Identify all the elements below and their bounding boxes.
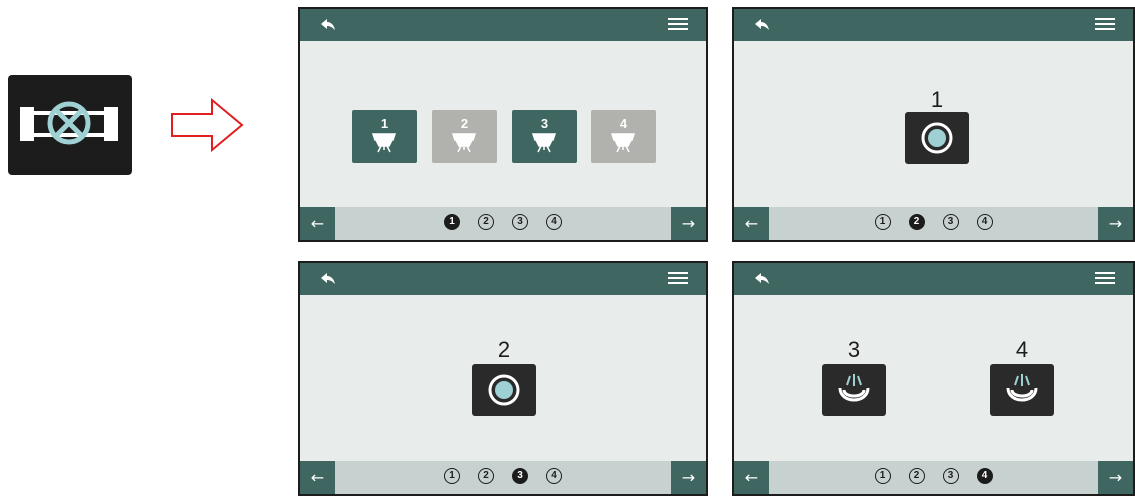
valve-icon	[20, 101, 118, 145]
page-indicator: 1 2 3 4	[300, 214, 706, 230]
spray-icon	[838, 374, 870, 402]
ring-icon	[921, 122, 953, 154]
back-icon[interactable]	[318, 269, 338, 289]
nozzle-button-4[interactable]: 4	[591, 110, 656, 163]
page-dot-2[interactable]: 2	[908, 214, 925, 230]
page-indicator: 1 2 3 4	[300, 468, 706, 484]
bottom-bar: ← 1 2 3 4 →	[734, 461, 1133, 494]
page-dot-3[interactable]: 3	[942, 214, 959, 230]
page-dot-4[interactable]: 4	[546, 214, 562, 230]
nozzle-label: 3	[847, 337, 861, 362]
page-dot-3[interactable]: 3	[512, 214, 528, 230]
nozzle-button-1[interactable]: 1	[352, 110, 417, 163]
spray-icon	[1006, 374, 1038, 402]
nozzle-number: 2	[460, 116, 469, 131]
page-indicator: 1 2 3 4	[734, 468, 1133, 484]
back-icon[interactable]	[318, 15, 338, 35]
page-dot-2[interactable]: 2	[478, 468, 494, 484]
bottom-bar: ← 1 2 3 4 →	[734, 207, 1133, 240]
page-dot-4[interactable]: 4	[976, 214, 993, 230]
nozzle-2-button[interactable]	[472, 364, 536, 416]
nozzle-3-button[interactable]	[822, 364, 886, 416]
bottom-bar: ← 1 2 3 4 →	[300, 461, 706, 494]
page-dot-4[interactable]: 4	[976, 468, 993, 484]
top-bar	[300, 9, 706, 41]
bottom-bar: ← 1 2 3 4 →	[300, 207, 706, 240]
top-bar	[300, 263, 706, 295]
screen-nozzle-2: 2 ← 1 2 3 4 →	[298, 261, 708, 496]
page-dot-3[interactable]: 3	[942, 468, 959, 484]
back-icon[interactable]	[752, 15, 772, 35]
next-page-button[interactable]: →	[671, 461, 706, 494]
page-dot-3[interactable]: 3	[512, 468, 528, 484]
back-icon[interactable]	[752, 269, 772, 289]
nozzle-icon	[371, 133, 397, 153]
menu-icon[interactable]	[668, 18, 688, 32]
page-dot-1[interactable]: 1	[444, 214, 460, 230]
screen-nozzle-overview: 1 2 3 4 ← 1 2 3 4 →	[298, 7, 708, 242]
page-dot-2[interactable]: 2	[478, 214, 494, 230]
screen-nozzles-3-4: 3 4 ← 1 2 3 4 →	[732, 261, 1135, 496]
page-dot-1[interactable]: 1	[874, 468, 891, 484]
nozzle-number: 3	[540, 116, 549, 131]
next-page-button[interactable]: →	[671, 207, 706, 240]
page-dot-4[interactable]: 4	[546, 468, 562, 484]
page-dot-2[interactable]: 2	[908, 468, 925, 484]
nozzle-label: 4	[1015, 337, 1029, 362]
menu-icon[interactable]	[1095, 272, 1115, 286]
nozzle-label: 1	[930, 87, 944, 112]
page-dot-1[interactable]: 1	[444, 468, 460, 484]
menu-icon[interactable]	[1095, 18, 1115, 32]
nozzle-button-3[interactable]: 3	[512, 110, 577, 163]
nozzle-button-2[interactable]: 2	[432, 110, 497, 163]
valve-tile	[8, 75, 132, 175]
nozzle-1-button[interactable]	[905, 112, 969, 164]
nozzle-icon	[531, 133, 557, 153]
next-page-button[interactable]: →	[1098, 461, 1133, 494]
nozzle-number: 1	[380, 116, 389, 131]
menu-icon[interactable]	[668, 272, 688, 286]
nozzle-4-button[interactable]	[990, 364, 1054, 416]
screen-nozzle-1: 1 ← 1 2 3 4 →	[732, 7, 1135, 242]
top-bar	[734, 263, 1133, 295]
nozzle-icon	[451, 133, 477, 153]
next-page-button[interactable]: →	[1098, 207, 1133, 240]
nozzle-icon	[610, 133, 636, 153]
ring-icon	[488, 374, 520, 406]
right-arrow-icon	[171, 97, 244, 153]
top-bar	[734, 9, 1133, 41]
nozzle-label: 2	[497, 337, 511, 362]
page-dot-1[interactable]: 1	[874, 214, 891, 230]
nozzle-number: 4	[619, 116, 628, 131]
page-indicator: 1 2 3 4	[734, 214, 1133, 230]
